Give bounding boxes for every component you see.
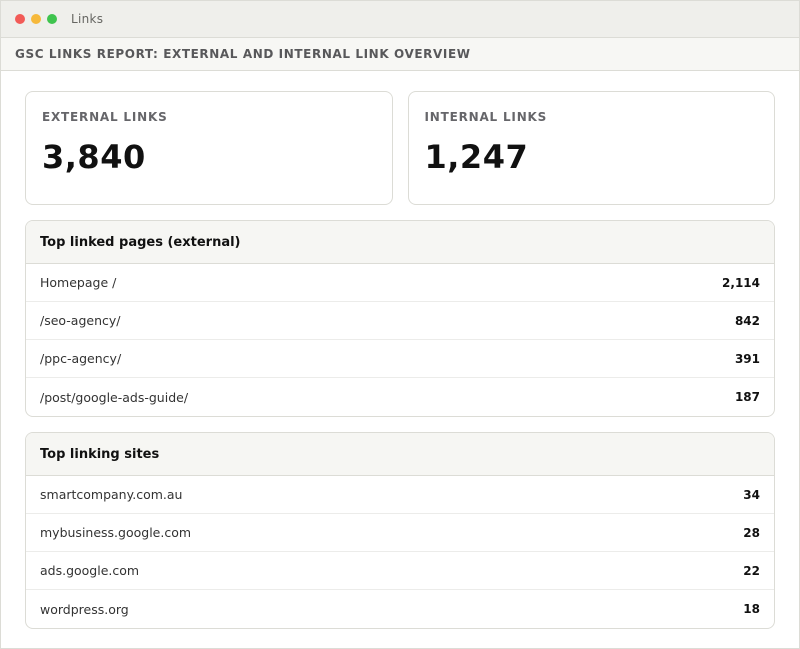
report-title: GSC LINKS REPORT: EXTERNAL AND INTERNAL … [15, 47, 471, 61]
link-count: 34 [743, 487, 760, 502]
table-row[interactable]: ads.google.com 22 [26, 552, 774, 590]
close-window-button[interactable] [15, 14, 25, 24]
table-row[interactable]: smartcompany.com.au 34 [26, 476, 774, 514]
table-row[interactable]: Homepage / 2,114 [26, 264, 774, 302]
site-domain: mybusiness.google.com [40, 525, 192, 540]
maximize-window-button[interactable] [47, 14, 57, 24]
stats-row: EXTERNAL LINKS 3,840 INTERNAL LINKS 1,24… [25, 91, 775, 205]
link-count: 187 [734, 390, 760, 404]
external-links-value: 3,840 [42, 138, 146, 176]
window-title: Links [71, 12, 104, 26]
page-path: /post/google-ads-guide/ [40, 389, 189, 405]
site-domain: smartcompany.com.au [40, 487, 183, 502]
top-linked-pages-title: Top linked pages (external) [26, 221, 774, 264]
link-count: 18 [743, 602, 760, 616]
main-content: EXTERNAL LINKS 3,840 INTERNAL LINKS 1,24… [1, 71, 799, 629]
table-row[interactable]: mybusiness.google.com 28 [26, 514, 774, 552]
top-linked-pages-panel: Top linked pages (external) Homepage / 2… [25, 220, 775, 417]
external-links-label: EXTERNAL LINKS [42, 110, 168, 124]
link-count: 842 [734, 313, 760, 328]
table-row[interactable]: /ppc-agency/ 391 [26, 340, 774, 378]
page-path: /ppc-agency/ [40, 351, 122, 366]
minimize-window-button[interactable] [31, 14, 41, 24]
external-links-card: EXTERNAL LINKS 3,840 [25, 91, 393, 205]
site-domain: wordpress.org [40, 601, 129, 617]
link-count: 28 [743, 525, 760, 540]
report-header: GSC LINKS REPORT: EXTERNAL AND INTERNAL … [1, 38, 799, 71]
table-row[interactable]: wordpress.org 18 [26, 590, 774, 628]
page-path: Homepage / [40, 275, 117, 290]
internal-links-value: 1,247 [424, 138, 529, 176]
page-path: /seo-agency/ [40, 313, 121, 328]
link-count: 391 [734, 351, 760, 366]
table-row[interactable]: /seo-agency/ 842 [26, 302, 774, 340]
link-count: 2,114 [722, 275, 760, 290]
app-window: Links GSC LINKS REPORT: EXTERNAL AND INT… [0, 0, 800, 649]
site-domain: ads.google.com [40, 563, 140, 578]
link-count: 22 [743, 563, 760, 578]
top-linking-sites-panel: Top linking sites smartcompany.com.au 34… [25, 432, 775, 629]
title-bar: Links [1, 1, 799, 38]
top-linking-sites-title: Top linking sites [26, 433, 774, 476]
internal-links-label: INTERNAL LINKS [424, 110, 548, 124]
table-row[interactable]: /post/google-ads-guide/ 187 [26, 378, 774, 416]
internal-links-card: INTERNAL LINKS 1,247 [407, 91, 775, 205]
